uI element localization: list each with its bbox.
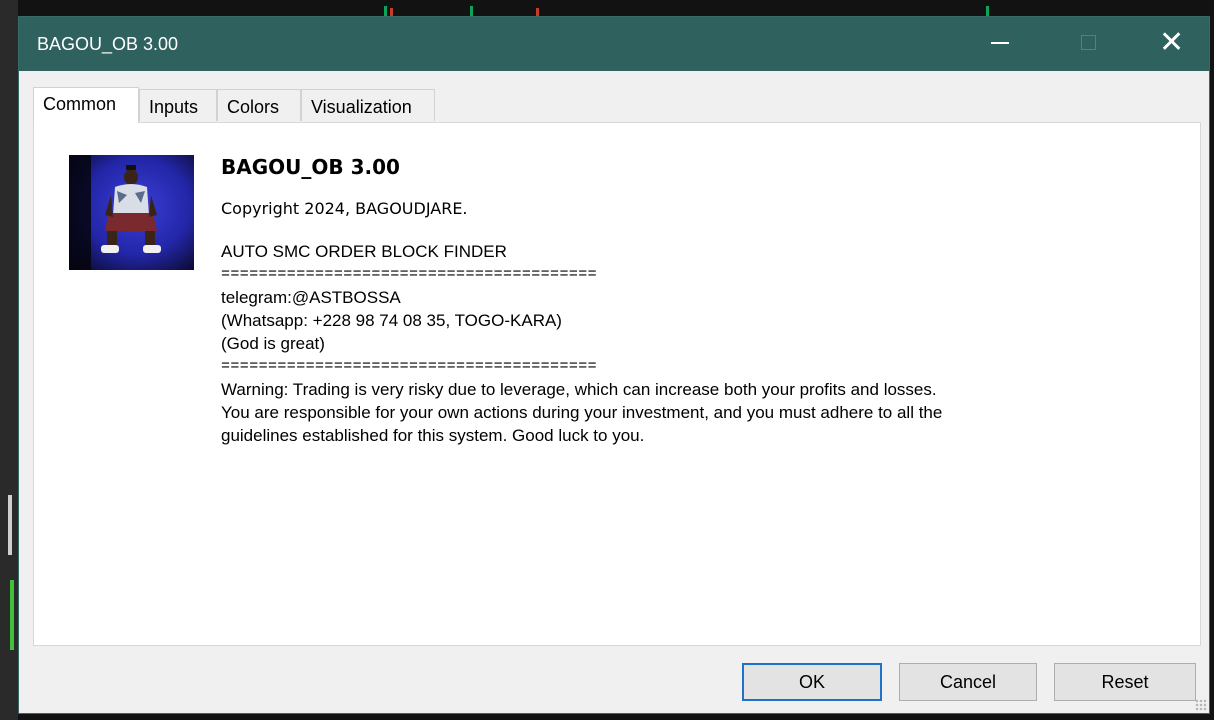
chart-candle [470, 6, 473, 16]
chart-candle [8, 495, 12, 555]
indicator-description: AUTO SMC ORDER BLOCK FINDER ============… [221, 240, 1180, 447]
close-icon: ✕ [1159, 25, 1185, 60]
description-line: You are responsible for your own actions… [221, 403, 943, 422]
description-line: guidelines established for this system. … [221, 426, 645, 445]
indicator-properties-dialog: BAGOU_OB 3.00 ✕ Common Inputs Colors Vis… [18, 16, 1210, 714]
description-line: AUTO SMC ORDER BLOCK FINDER [221, 242, 507, 261]
indicator-name: BAGOU_OB 3.00 [221, 155, 400, 179]
minimize-icon [991, 42, 1009, 44]
copyright-text: Copyright 2024, BAGOUDJARE. [221, 199, 468, 218]
description-line: (God is great) [221, 334, 325, 353]
chart-candle [384, 6, 387, 16]
tab-colors[interactable]: Colors [217, 89, 301, 121]
chart-candle [390, 8, 393, 16]
maximize-button[interactable] [1059, 17, 1119, 71]
minimize-button[interactable] [969, 17, 1029, 71]
resize-grip-icon[interactable] [1195, 699, 1207, 711]
description-separator: ======================================== [221, 358, 598, 375]
chart-left-strip [0, 0, 18, 720]
chart-candle [10, 580, 14, 650]
tab-common[interactable]: Common [33, 87, 139, 123]
chart-candle [986, 6, 989, 16]
description-line: Warning: Trading is very risky due to le… [221, 380, 937, 399]
close-button[interactable]: ✕ [1143, 17, 1203, 71]
description-line: (Whatsapp: +228 98 74 08 35, TOGO-KARA) [221, 311, 562, 330]
title-bar[interactable]: BAGOU_OB 3.00 ✕ [19, 17, 1209, 71]
description-separator: ======================================== [221, 266, 598, 283]
indicator-logo-image [69, 155, 194, 270]
description-line: telegram:@ASTBOSSA [221, 288, 401, 307]
tab-visualization[interactable]: Visualization [301, 89, 435, 121]
window-title: BAGOU_OB 3.00 [37, 34, 179, 54]
reset-button[interactable]: Reset [1054, 663, 1196, 701]
cancel-button[interactable]: Cancel [899, 663, 1037, 701]
tab-inputs[interactable]: Inputs [139, 89, 217, 121]
chart-candle [536, 8, 539, 16]
maximize-icon [1081, 35, 1096, 50]
common-tab-panel: BAGOU_OB 3.00 Copyright 2024, BAGOUDJARE… [33, 122, 1201, 646]
ok-button[interactable]: OK [742, 663, 882, 701]
indicator-info: BAGOU_OB 3.00 Copyright 2024, BAGOUDJARE… [221, 155, 1180, 447]
